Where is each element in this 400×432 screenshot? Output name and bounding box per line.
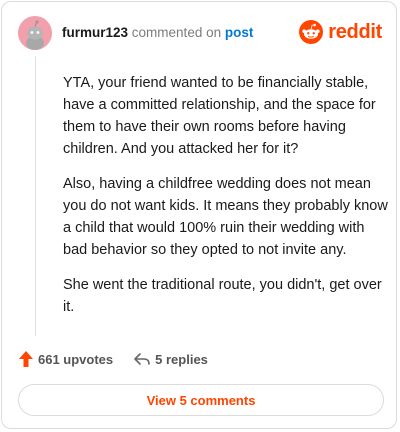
reddit-wordmark: reddit [328, 20, 382, 43]
username[interactable]: furmur123 [62, 25, 128, 40]
snoo-avatar-icon [18, 16, 52, 50]
upvote-button[interactable]: 661 upvotes [18, 350, 113, 368]
reddit-snoo-icon [299, 20, 324, 44]
comment-card: furmur123 commented on post reddit YTA, … [1, 1, 397, 429]
upvote-arrow-icon [19, 351, 33, 367]
author-line: furmur123 commented on post [62, 24, 253, 42]
thread-line [35, 56, 36, 336]
reddit-logo[interactable]: reddit [299, 20, 382, 44]
view-comments-button[interactable]: View 5 comments [18, 384, 384, 416]
comment-header: furmur123 commented on post reddit [18, 16, 382, 50]
comment-paragraph: She went the traditional route, you didn… [63, 277, 382, 315]
upvote-count: 661 upvotes [38, 351, 114, 367]
reply-arrow-icon [134, 353, 150, 365]
comment-paragraph: Also, having a childfree wedding does no… [63, 176, 388, 258]
comment-body: YTA, your friend wanted to be financiall… [63, 72, 389, 331]
action-text: commented on [131, 25, 222, 40]
replies-button[interactable]: 5 replies [133, 351, 208, 367]
reply-count: 5 replies [155, 351, 208, 367]
comment-paragraph: YTA, your friend wanted to be financiall… [63, 75, 376, 157]
comment-actions: 661 upvotes 5 replies [18, 350, 208, 368]
avatar[interactable] [18, 16, 52, 50]
post-link[interactable]: post [225, 25, 254, 40]
